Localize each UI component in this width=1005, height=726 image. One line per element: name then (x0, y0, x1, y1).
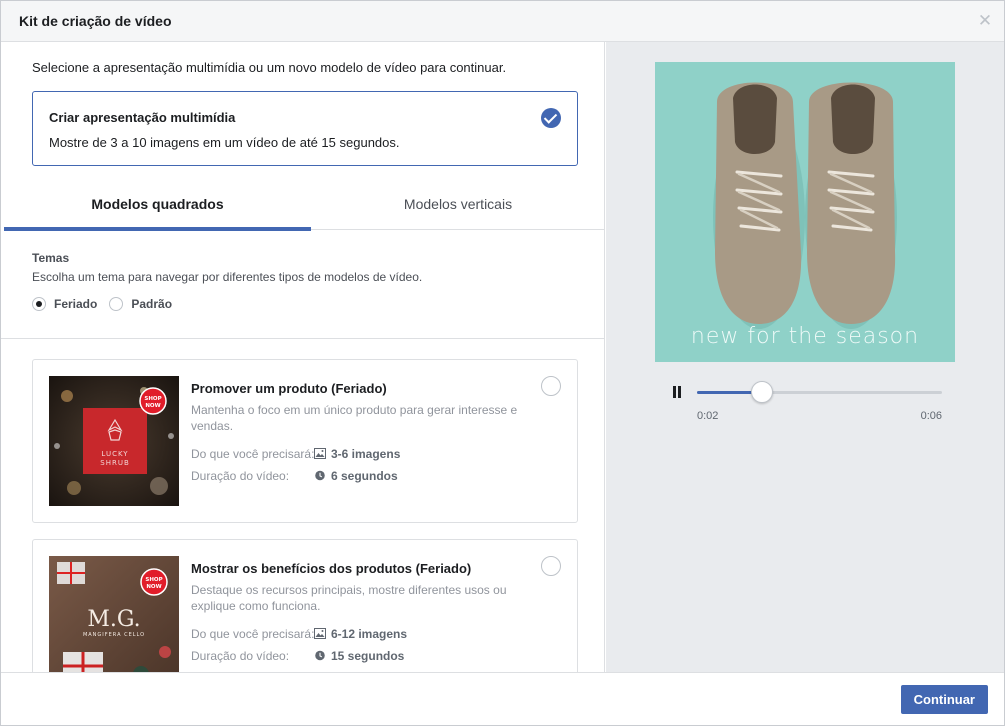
divider (1, 338, 604, 339)
tab-square-templates[interactable]: Modelos quadrados (4, 182, 311, 231)
requirement-value: 3-6 imagens (331, 447, 401, 461)
clock-icon (315, 650, 325, 661)
template-select-radio[interactable] (541, 556, 561, 576)
image-icon (314, 448, 326, 459)
theme-option-standard[interactable]: Padrão (109, 297, 172, 311)
template-thumbnail: M.G. MANGIFERA CELLO SHOP NOW (49, 556, 179, 672)
shoes-image (655, 62, 955, 362)
close-icon[interactable]: ✕ (976, 12, 994, 30)
dialog-footer: Continuar (1, 672, 1004, 725)
duration-label: Duração do vídeo: (191, 649, 290, 663)
themes-section: Temas Escolha um tema para navegar por d… (32, 251, 422, 311)
intro-text: Selecione a apresentação multimídia ou u… (32, 60, 507, 75)
slideshow-option-card[interactable]: Criar apresentação multimídia Mostre de … (32, 91, 578, 166)
dialog-header: Kit de criação de vídeo ✕ (1, 1, 1004, 42)
template-select-radio[interactable] (541, 376, 561, 396)
svg-text:NOW: NOW (146, 584, 161, 590)
theme-option-holiday[interactable]: Feriado (32, 297, 97, 311)
template-title: Promover um produto (Feriado) (191, 381, 387, 396)
radio-selected-icon[interactable] (32, 297, 46, 311)
continue-button[interactable]: Continuar (900, 685, 988, 714)
radio-icon[interactable] (109, 297, 124, 311)
requirement-value: 6-12 imagens (331, 627, 408, 641)
theme-option-label: Padrão (131, 297, 173, 311)
themes-description: Escolha um tema para navegar por diferen… (32, 270, 423, 284)
template-duration: Duração do vídeo: 15 segundos (191, 649, 404, 663)
current-time: 0:02 (697, 410, 719, 422)
svg-text:MANGIFERA CELLO: MANGIFERA CELLO (83, 632, 145, 638)
template-description: Mantenha o foco em um único produto para… (191, 403, 518, 433)
template-tabs: Modelos quadrados Modelos verticais (4, 182, 604, 231)
pause-icon[interactable] (672, 386, 682, 398)
slideshow-title: Criar apresentação multimídia (49, 110, 236, 125)
requirement-label: Do que você precisará: (191, 447, 315, 461)
tab-vertical-templates[interactable]: Modelos verticais (311, 182, 604, 230)
template-title: Mostrar os benefícios dos produtos (Feri… (191, 561, 472, 576)
checkmark-icon (541, 108, 561, 128)
slideshow-description: Mostre de 3 a 10 imagens em um vídeo de … (49, 135, 400, 150)
video-kit-dialog: Kit de criação de vídeo ✕ Selecione a ap… (0, 0, 1005, 726)
preview-panel: new for the season 0:02 0:06 (606, 42, 1004, 672)
theme-radio-group: Feriado Padrão (32, 297, 422, 311)
video-progress-track[interactable] (697, 381, 942, 403)
template-thumbnail: LUCKY SHRUB SHOP NOW (49, 376, 179, 506)
clock-icon (315, 470, 325, 481)
svg-text:M.G.: M.G. (87, 607, 140, 632)
theme-option-label: Feriado (54, 297, 98, 311)
template-card-promote-product[interactable]: LUCKY SHRUB SHOP NOW Promover um produto… (32, 359, 578, 523)
total-time: 0:06 (920, 410, 942, 422)
svg-text:NOW: NOW (145, 403, 160, 409)
template-duration: Duração do vídeo: 6 segundos (191, 469, 398, 483)
svg-text:SHOP: SHOP (145, 577, 162, 583)
video-preview: new for the season (655, 62, 955, 362)
dialog-title: Kit de criação de vídeo (19, 13, 172, 29)
video-player-controls: 0:02 0:06 (668, 380, 944, 424)
svg-text:LUCKY: LUCKY (101, 450, 128, 458)
duration-value: 15 segundos (331, 649, 405, 663)
image-icon (314, 628, 326, 639)
svg-text:SHRUB: SHRUB (100, 459, 130, 467)
template-requirement: Do que você precisará: 6-12 imagens (191, 627, 407, 641)
duration-label: Duração do vídeo: (191, 469, 290, 483)
template-description: Destaque os recursos principais, mostre … (191, 583, 507, 613)
requirement-label: Do que você precisará: (191, 627, 315, 641)
video-scrubber-handle[interactable] (750, 381, 773, 403)
template-card-product-benefits[interactable]: M.G. MANGIFERA CELLO SHOP NOW Mostrar os… (32, 539, 578, 672)
template-requirement: Do que você precisará: 3-6 imagens (191, 447, 400, 461)
themes-label: Temas (32, 251, 70, 265)
svg-text:SHOP: SHOP (144, 396, 161, 402)
template-panel: Selecione a apresentação multimídia ou u… (1, 42, 605, 672)
duration-value: 6 segundos (331, 469, 398, 483)
preview-caption: new for the season (690, 324, 920, 349)
